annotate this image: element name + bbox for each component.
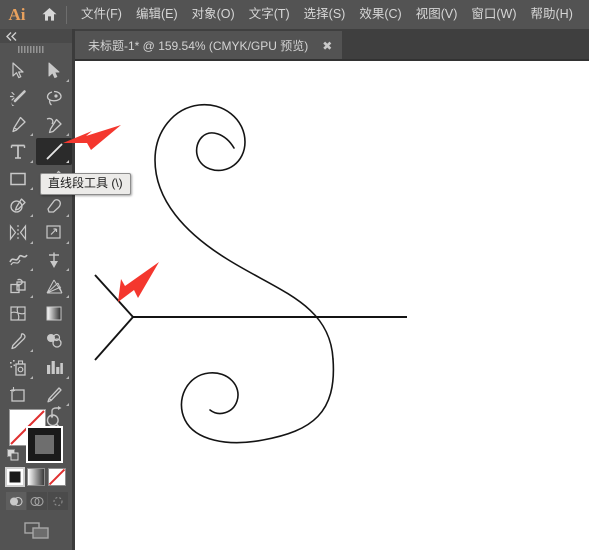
flyout-indicator-icon xyxy=(30,241,33,244)
tool-row xyxy=(0,84,72,111)
blend-tool[interactable] xyxy=(36,327,72,354)
document-tab-bar: 未标题-1* @ 159.54% (CMYK/GPU 预览) ✖ xyxy=(75,29,589,60)
shape-builder-tool[interactable] xyxy=(0,273,36,300)
menu-select[interactable]: 选择(S) xyxy=(297,5,353,25)
swap-fill-stroke-icon[interactable] xyxy=(49,406,63,420)
tool-row xyxy=(0,354,72,381)
flyout-indicator-icon xyxy=(30,187,33,190)
tool-row xyxy=(0,111,72,138)
default-fill-stroke-icon[interactable] xyxy=(7,448,19,461)
tool-row xyxy=(0,327,72,354)
menu-type[interactable]: 文字(T) xyxy=(242,5,297,25)
change-screen-mode-button[interactable] xyxy=(24,522,50,540)
flyout-indicator-icon xyxy=(30,349,33,352)
menu-window[interactable]: 窗口(W) xyxy=(464,5,523,25)
tool-row xyxy=(0,57,72,84)
line-segment-tool[interactable] xyxy=(36,138,72,165)
paint-mode-row xyxy=(5,467,66,487)
ai-logo: Ai xyxy=(8,4,26,24)
artboard-canvas[interactable] xyxy=(75,61,589,550)
flyout-indicator-icon xyxy=(66,295,69,298)
tool-row xyxy=(0,246,72,273)
perspective-grid-tool[interactable] xyxy=(36,273,72,300)
flyout-indicator-icon xyxy=(30,160,33,163)
stroke-center xyxy=(35,435,54,454)
flyout-indicator-icon xyxy=(30,268,33,271)
tool-row xyxy=(0,300,72,327)
flyout-indicator-icon xyxy=(66,79,69,82)
magic-wand-tool[interactable] xyxy=(0,84,36,111)
tool-tooltip: 直线段工具 (\) xyxy=(40,173,131,196)
flyout-indicator-icon xyxy=(66,376,69,379)
menu-effect[interactable]: 效果(C) xyxy=(352,5,408,25)
scale-tool[interactable] xyxy=(36,219,72,246)
mesh-tool[interactable] xyxy=(0,300,36,327)
lower-spiral-path xyxy=(180,358,335,444)
pen-tool[interactable] xyxy=(0,111,36,138)
tools-panel xyxy=(0,29,75,550)
tool-row xyxy=(0,138,72,165)
flyout-indicator-icon xyxy=(66,241,69,244)
color-mode-button[interactable] xyxy=(5,467,25,487)
column-graph-tool[interactable] xyxy=(36,354,72,381)
slice-tool[interactable] xyxy=(36,381,72,408)
symbol-sprayer-tool[interactable] xyxy=(0,354,36,381)
tool-row xyxy=(0,219,72,246)
shaper-tool[interactable] xyxy=(0,192,36,219)
flyout-indicator-icon xyxy=(30,295,33,298)
flyout-indicator-icon xyxy=(66,268,69,271)
artboard-tool[interactable] xyxy=(0,381,36,408)
double-chevron-left-icon[interactable] xyxy=(0,29,72,43)
menu-bar: Ai 文件(F) 编辑(E) 对象(O) 文字(T) 选择(S) 效果(C) 视… xyxy=(0,0,589,29)
flyout-indicator-icon xyxy=(30,376,33,379)
illustrator-window: Ai 文件(F) 编辑(E) 对象(O) 文字(T) 选择(S) 效果(C) 视… xyxy=(0,0,589,550)
document-tab-title: 未标题-1* @ 159.54% (CMYK/GPU 预览) xyxy=(88,39,309,53)
tool-row xyxy=(0,381,72,408)
menu-object[interactable]: 对象(O) xyxy=(185,5,242,25)
menu-divider xyxy=(66,5,67,24)
eyedropper-tool[interactable] xyxy=(0,327,36,354)
menu-help[interactable]: 帮助(H) xyxy=(524,5,580,25)
draw-mode-row xyxy=(6,492,68,510)
flyout-indicator-icon xyxy=(30,133,33,136)
flyout-indicator-icon xyxy=(30,214,33,217)
home-icon[interactable] xyxy=(34,0,64,29)
rectangle-tool[interactable] xyxy=(0,165,36,192)
rotate-tool[interactable] xyxy=(0,219,36,246)
eraser-tool[interactable] xyxy=(36,192,72,219)
chevron-lower-line-segment xyxy=(94,316,134,361)
tool-row xyxy=(0,273,72,300)
selection-tool[interactable] xyxy=(0,57,36,84)
tool-grid xyxy=(0,57,72,435)
draw-behind-button[interactable] xyxy=(27,492,47,510)
stroke-color-swatch[interactable] xyxy=(26,426,63,463)
width-tool[interactable] xyxy=(0,246,36,273)
tool-row xyxy=(0,192,72,219)
flyout-indicator-icon xyxy=(66,160,69,163)
curvature-tool[interactable] xyxy=(36,111,72,138)
flyout-indicator-icon xyxy=(66,214,69,217)
chevron-upper-line-segment xyxy=(94,274,134,318)
upper-spiral-path xyxy=(154,103,334,360)
gradient-mode-button[interactable] xyxy=(27,468,45,486)
free-transform-tool[interactable] xyxy=(36,246,72,273)
type-tool[interactable] xyxy=(0,138,36,165)
close-icon[interactable]: ✖ xyxy=(322,40,332,52)
color-controls xyxy=(0,406,72,550)
menu-file[interactable]: 文件(F) xyxy=(74,5,129,25)
gradient-tool[interactable] xyxy=(36,300,72,327)
none-mode-button[interactable] xyxy=(48,468,66,486)
menu-view[interactable]: 视图(V) xyxy=(409,5,465,25)
draw-normal-button[interactable] xyxy=(6,492,26,510)
flyout-indicator-icon xyxy=(66,133,69,136)
draw-inside-button[interactable] xyxy=(48,492,68,510)
direct-selection-tool[interactable] xyxy=(36,57,72,84)
document-tab[interactable]: 未标题-1* @ 159.54% (CMYK/GPU 预览) ✖ xyxy=(75,31,343,60)
lasso-tool[interactable] xyxy=(36,84,72,111)
menu-edit[interactable]: 编辑(E) xyxy=(129,5,185,25)
drag-grip-icon[interactable] xyxy=(0,43,72,56)
